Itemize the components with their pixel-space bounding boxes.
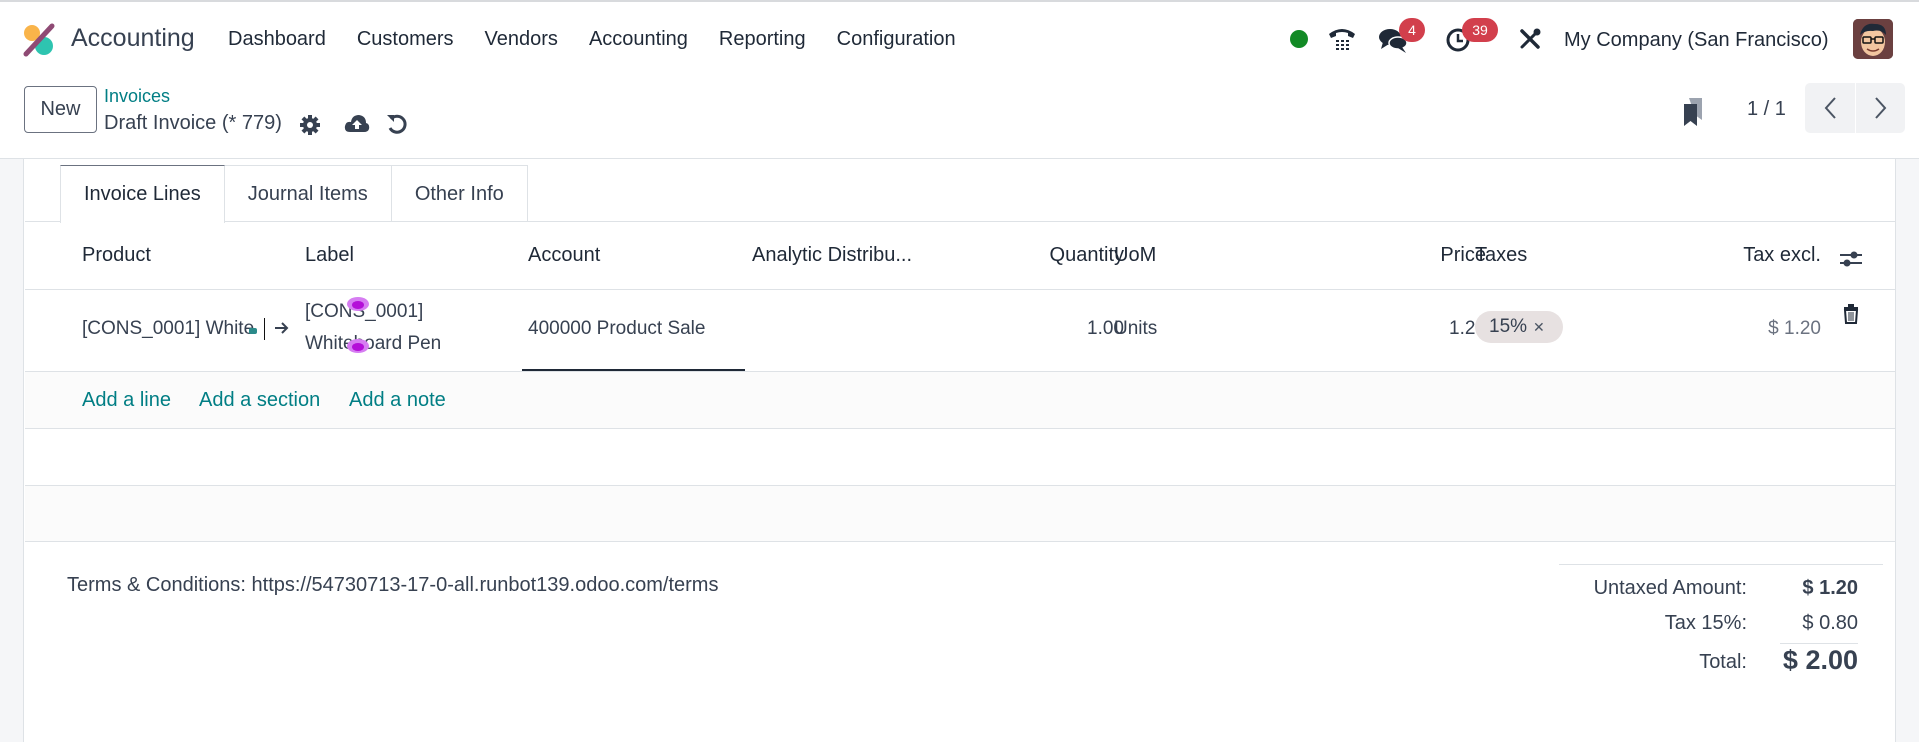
form-sheet: Invoice Lines Journal Items Other Info P…: [25, 159, 1895, 742]
save-cloud-upload-icon[interactable]: [344, 112, 370, 136]
tax-value: $ 0.80: [1802, 612, 1858, 634]
control-panel: New Invoices Draft Invoice (* 779) 1 / 1: [0, 74, 1919, 159]
column-header-quantity[interactable]: Quantity: [1050, 244, 1124, 267]
column-header-analytic[interactable]: Analytic Distribu...: [752, 244, 912, 267]
total-value: $ 2.00: [1782, 645, 1858, 675]
tab-invoice-lines[interactable]: Invoice Lines: [60, 165, 225, 223]
page-background-right: [1895, 159, 1919, 742]
uom-field[interactable]: Units: [1114, 318, 1157, 340]
notebook-tabs: Invoice Lines Journal Items Other Info: [60, 165, 528, 223]
untaxed-amount-label: Untaxed Amount:: [1593, 577, 1747, 599]
top-navbar: Accounting Dashboard Customers Vendors A…: [0, 2, 1919, 74]
text-cursor: [264, 318, 265, 340]
bookmark-icon[interactable]: [1680, 96, 1706, 128]
chevron-left-icon: [1824, 97, 1836, 119]
add-section-link[interactable]: Add a section: [199, 389, 320, 412]
pager-value[interactable]: 1 / 1: [1747, 98, 1786, 121]
accounting-app-logo-icon[interactable]: [22, 23, 56, 57]
activities-count-badge: 39: [1462, 18, 1498, 42]
subtotal-field: $ 1.20: [1768, 318, 1821, 339]
company-switcher[interactable]: My Company (San Francisco): [1564, 29, 1829, 52]
main-menu: Dashboard Customers Vendors Accounting R…: [228, 28, 987, 51]
account-field[interactable]: 400000 Product Sale: [528, 318, 728, 340]
tax-tag[interactable]: 15% ✕: [1475, 311, 1563, 343]
menu-accounting[interactable]: Accounting: [589, 28, 688, 51]
pager-next-button[interactable]: [1855, 83, 1905, 133]
tab-journal-items[interactable]: Journal Items: [223, 165, 392, 222]
empty-row: [25, 485, 1895, 542]
avatar-face-icon: [1853, 19, 1893, 59]
column-header-label[interactable]: Label: [305, 244, 354, 267]
click-marker-top: [347, 297, 369, 311]
column-header-taxes[interactable]: Taxes: [1475, 244, 1527, 267]
table-row[interactable]: [CONS_0001] White [CONS_0001] Whiteboard…: [25, 289, 1895, 371]
app-name[interactable]: Accounting: [71, 24, 195, 53]
untaxed-amount-value: $ 1.20: [1802, 577, 1858, 599]
total-label: Total:: [1699, 651, 1747, 673]
phone-icon[interactable]: [1327, 24, 1357, 54]
column-header-product[interactable]: Product: [82, 244, 151, 267]
breadcrumb-invoices-link[interactable]: Invoices: [104, 86, 170, 107]
debug-tools-icon[interactable]: [1518, 27, 1542, 51]
tax-label: Tax 15%:: [1664, 612, 1747, 634]
drag-marker-icon: [249, 328, 257, 334]
menu-reporting[interactable]: Reporting: [719, 28, 806, 51]
new-button[interactable]: New: [24, 86, 97, 133]
column-header-uom[interactable]: UoM: [1114, 244, 1156, 267]
menu-vendors[interactable]: Vendors: [485, 28, 558, 51]
add-note-link[interactable]: Add a note: [349, 389, 446, 412]
breadcrumb-current-record: Draft Invoice (* 779): [104, 112, 282, 134]
tax-tag-label: 15%: [1489, 316, 1528, 337]
messages-count-badge: 4: [1399, 18, 1425, 42]
optional-columns-toggle-icon[interactable]: [1839, 249, 1863, 269]
user-avatar[interactable]: [1853, 19, 1893, 59]
add-line-link[interactable]: Add a line: [82, 389, 171, 412]
menu-customers[interactable]: Customers: [357, 28, 454, 51]
table-header: Product Label Account Analytic Distribu.…: [25, 222, 1895, 289]
online-status-icon[interactable]: [1290, 30, 1308, 48]
column-header-tax-excl[interactable]: Tax excl.: [1743, 244, 1821, 267]
add-line-row: Add a line Add a section Add a note: [25, 371, 1895, 428]
total-separator: [1780, 643, 1858, 644]
product-field[interactable]: [CONS_0001] White: [82, 318, 254, 340]
menu-dashboard[interactable]: Dashboard: [228, 28, 326, 51]
empty-row: [25, 428, 1895, 485]
totals-divider: [1559, 564, 1883, 565]
trash-icon[interactable]: [1843, 304, 1859, 324]
pager-previous-button[interactable]: [1805, 83, 1855, 133]
tab-other-info[interactable]: Other Info: [390, 165, 528, 222]
click-marker-bottom: [347, 339, 369, 353]
discard-changes-icon[interactable]: [386, 112, 408, 136]
remove-tag-icon[interactable]: ✕: [1533, 319, 1545, 336]
gear-icon[interactable]: [299, 114, 321, 136]
terms-and-conditions[interactable]: Terms & Conditions: https://54730713-17-…: [67, 574, 718, 597]
invoice-lines-table: Product Label Account Analytic Distribu.…: [25, 222, 1895, 542]
chevron-right-icon: [1874, 97, 1886, 119]
label-line-2[interactable]: Whiteboard Pen: [305, 333, 441, 355]
pager-buttons: [1805, 83, 1905, 133]
menu-configuration[interactable]: Configuration: [837, 28, 956, 51]
arrow-right-icon[interactable]: [274, 320, 290, 336]
column-header-account[interactable]: Account: [528, 244, 600, 267]
page-background-left: [0, 159, 24, 742]
